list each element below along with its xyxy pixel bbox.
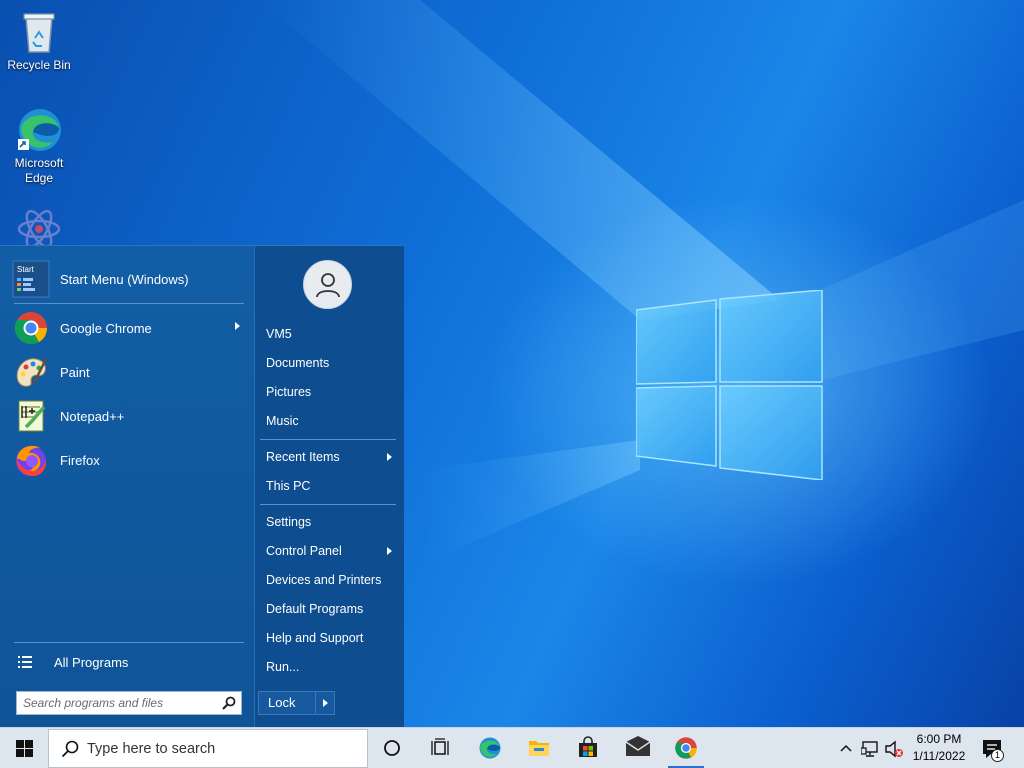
cortana-icon: [384, 740, 400, 756]
taskbar-clock[interactable]: 6:00 PM 1/11/2022: [906, 731, 972, 765]
desktop-icon-recycle-bin[interactable]: Recycle Bin: [1, 8, 77, 73]
program-firefox[interactable]: Firefox: [12, 440, 246, 480]
place-label: Run...: [266, 660, 300, 674]
firefox-icon: [16, 445, 47, 476]
show-hidden-icons-chevron-icon[interactable]: [838, 740, 854, 756]
desktop-icon-label: Microsoft Edge: [14, 156, 64, 185]
all-programs-divider: [14, 642, 244, 643]
task-view-button[interactable]: [416, 728, 464, 768]
program-notepad-plus-plus[interactable]: Notepad++: [12, 396, 246, 436]
chrome-icon: [14, 312, 48, 345]
desktop-icon-microsoft-edge[interactable]: Microsoft Edge: [1, 106, 77, 186]
place-documents[interactable]: Documents: [266, 352, 396, 374]
submenu-arrow-icon: [387, 453, 392, 461]
place-run[interactable]: Run...: [266, 656, 396, 678]
place-devices-and-printers[interactable]: Devices and Printers: [266, 569, 396, 591]
submenu-arrow-icon: [235, 322, 240, 330]
place-label: Control Panel: [266, 544, 342, 558]
program-label: Google Chrome: [60, 320, 152, 336]
place-label: Devices and Printers: [266, 573, 382, 587]
program-paint[interactable]: Paint: [12, 352, 246, 392]
all-programs-label: All Programs: [54, 654, 129, 670]
windows-logo-wallpaper: [636, 290, 823, 480]
place-user-folder[interactable]: VM5: [266, 323, 396, 345]
notepad-plus-plus-icon: [18, 400, 46, 432]
start-search-input[interactable]: [17, 692, 217, 714]
program-start-menu-windows[interactable]: Start Start Menu (Windows): [12, 259, 246, 299]
submenu-arrow-icon: [387, 547, 392, 555]
taskbar-search-box: [48, 729, 368, 768]
taskbar-search-input[interactable]: [87, 730, 363, 767]
taskbar-edge-button[interactable]: [466, 728, 514, 768]
place-label: Pictures: [266, 385, 312, 399]
power-options-arrow-button[interactable]: [315, 691, 335, 715]
place-pictures[interactable]: Pictures: [266, 381, 396, 403]
notification-count-badge: 1: [991, 749, 1004, 762]
taskbar: 6:00 PM 1/11/2022 1: [0, 727, 1024, 768]
volume-muted-icon[interactable]: [884, 740, 904, 758]
list-icon: [18, 656, 32, 668]
svg-text:Start: Start: [17, 265, 35, 274]
place-help-and-support[interactable]: Help and Support: [266, 627, 396, 649]
network-icon[interactable]: [861, 740, 881, 758]
recycle-bin-icon: [23, 13, 55, 53]
desktop-icon-label: Recycle Bin: [7, 58, 71, 72]
program-label: Notepad++: [60, 408, 125, 424]
mail-icon: [625, 736, 651, 756]
place-control-panel[interactable]: Control Panel: [266, 540, 396, 562]
search-icon: [61, 740, 79, 758]
all-programs-button[interactable]: All Programs: [16, 651, 244, 673]
place-label: Music: [266, 414, 299, 428]
program-label: Paint: [60, 364, 90, 380]
file-explorer-icon: [529, 741, 549, 756]
place-default-programs[interactable]: Default Programs: [266, 598, 396, 620]
taskbar-chrome-button[interactable]: [662, 728, 710, 768]
start-search-box: [16, 691, 242, 715]
place-label: Documents: [266, 356, 330, 370]
start-menu: Start Start Menu (Windows) Google Chrome: [0, 245, 404, 728]
place-label: Recent Items: [266, 450, 340, 464]
store-icon: [579, 736, 597, 757]
program-label: Start Menu (Windows): [60, 271, 189, 287]
task-view-icon: [431, 738, 449, 755]
user-icon: [316, 273, 340, 298]
paint-icon: [16, 358, 48, 387]
cortana-button[interactable]: [368, 728, 416, 768]
place-music[interactable]: Music: [266, 410, 396, 432]
edge-icon: [18, 109, 61, 151]
lock-button[interactable]: Lock: [258, 691, 316, 715]
edge-icon: [479, 737, 501, 759]
place-label: This PC: [266, 479, 311, 493]
clock-date: 1/11/2022: [912, 749, 966, 763]
program-google-chrome[interactable]: Google Chrome: [12, 308, 246, 348]
place-label: Help and Support: [266, 631, 364, 645]
lock-label: Lock: [268, 695, 296, 710]
program-label: Firefox: [60, 452, 100, 468]
programs-divider: [14, 303, 244, 304]
start-button[interactable]: [0, 728, 48, 768]
places-divider-2: [260, 504, 396, 505]
taskbar-file-explorer-button[interactable]: [515, 728, 563, 768]
place-label: Settings: [266, 515, 312, 529]
user-avatar[interactable]: [303, 260, 352, 309]
search-icon[interactable]: [222, 696, 236, 710]
place-recent-items[interactable]: Recent Items: [266, 446, 396, 468]
taskbar-mail-button[interactable]: [613, 728, 661, 768]
chrome-icon: [675, 737, 697, 759]
places-divider-1: [260, 439, 396, 440]
taskbar-store-button[interactable]: [564, 728, 612, 768]
windows-logo-icon: [16, 740, 33, 757]
place-label: Default Programs: [266, 602, 364, 616]
clock-time: 6:00 PM: [916, 732, 962, 746]
start-menu-icon: Start: [12, 260, 50, 298]
place-settings[interactable]: Settings: [266, 511, 396, 533]
place-this-pc[interactable]: This PC: [266, 475, 396, 497]
place-label: VM5: [266, 327, 292, 341]
start-menu-programs-pane: Start Start Menu (Windows) Google Chrome: [0, 246, 254, 728]
